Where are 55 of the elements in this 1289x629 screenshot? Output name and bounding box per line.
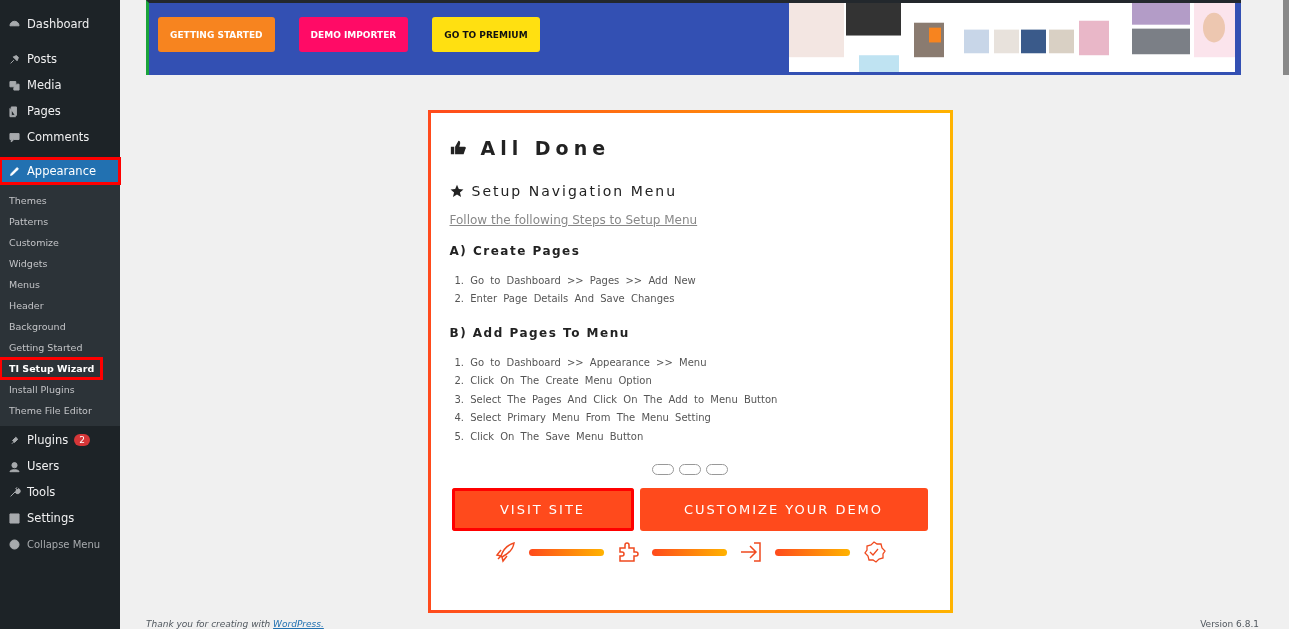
menu-icon xyxy=(8,78,21,92)
submenu-item[interactable]: Menus xyxy=(0,274,120,295)
step-item: 3. Select The Pages And Click On The Add to Menu Button xyxy=(454,392,779,407)
banner-button[interactable]: DEMO IMPORTER xyxy=(298,17,409,52)
submenu-item[interactable]: Customize xyxy=(0,232,120,253)
footer-text: Thank you for creating with WordPress. xyxy=(146,619,324,629)
menu-item[interactable]: Pages xyxy=(0,98,120,124)
submenu-item[interactable]: Themes xyxy=(0,190,120,211)
section-heading: B) Add Pages To Menu xyxy=(449,325,631,340)
step-item: 2. Click On The Create Menu Option xyxy=(454,374,653,389)
steps-link[interactable]: Follow the following Steps to Setup Menu xyxy=(449,212,930,227)
login-icon xyxy=(739,540,763,565)
submenu-item[interactable]: Install Plugins xyxy=(0,379,120,400)
step-item: 2. Enter Page Details And Save Changes xyxy=(454,292,676,307)
submenu-item[interactable]: Getting Started xyxy=(0,337,120,358)
check-badge-icon xyxy=(862,540,886,565)
menu-icon xyxy=(8,511,21,525)
step-item: 1. Go to Dashboard >> Pages >> Add New xyxy=(454,273,697,288)
menu-item[interactable]: Dashboard xyxy=(0,11,120,37)
menu-icon xyxy=(8,459,21,473)
step-item: 5. Click On The Save Menu Button xyxy=(454,429,645,444)
count-badge: 2 xyxy=(74,434,90,446)
scrollbar[interactable] xyxy=(1283,0,1289,75)
menu-item[interactable]: Posts xyxy=(0,46,120,72)
card-subtitle: Setup Navigation Menu xyxy=(471,182,678,199)
footer-link[interactable]: WordPress. xyxy=(273,619,324,629)
menu-icon xyxy=(8,130,21,144)
puzzle-icon xyxy=(616,540,640,565)
menu-item[interactable]: Settings xyxy=(0,505,120,531)
menu-item[interactable]: Tools xyxy=(0,479,120,505)
submenu-item[interactable]: Background xyxy=(0,316,120,337)
menu-item[interactable]: Media xyxy=(0,72,120,98)
step-item: 4. Select Primary Menu From The Menu Setting xyxy=(454,411,712,426)
submenu-item[interactable]: Header xyxy=(0,295,120,316)
menu-icon xyxy=(8,164,21,178)
submenu-item[interactable]: Theme File Editor xyxy=(0,400,120,421)
thumbs-up-icon xyxy=(449,139,467,157)
star-icon xyxy=(449,183,464,198)
submenu-item[interactable]: TI Setup Wizard xyxy=(0,358,102,379)
menu-icon xyxy=(8,485,21,499)
submenu-item[interactable]: Widgets xyxy=(0,253,120,274)
menu-item[interactable]: Collapse Menu xyxy=(0,531,120,557)
step-item: 1. Go to Dashboard >> Appearance >> Menu xyxy=(454,355,708,370)
submenu-item[interactable]: Patterns xyxy=(0,211,120,232)
banner-button[interactable]: GO TO PREMIUM xyxy=(432,17,540,52)
menu-item[interactable]: Users xyxy=(0,453,120,479)
menu-item[interactable]: Plugins 2 xyxy=(0,427,120,453)
menu-icon xyxy=(8,537,21,551)
menu-icon xyxy=(8,52,21,66)
rocket-icon xyxy=(493,540,517,565)
card-title: All Done xyxy=(480,136,611,159)
version-text: Version 6.8.1 xyxy=(1200,619,1259,629)
menu-item[interactable]: Appearance xyxy=(0,158,120,184)
menu-item[interactable]: Comments xyxy=(0,124,120,150)
section-heading: A) Create Pages xyxy=(449,243,582,258)
